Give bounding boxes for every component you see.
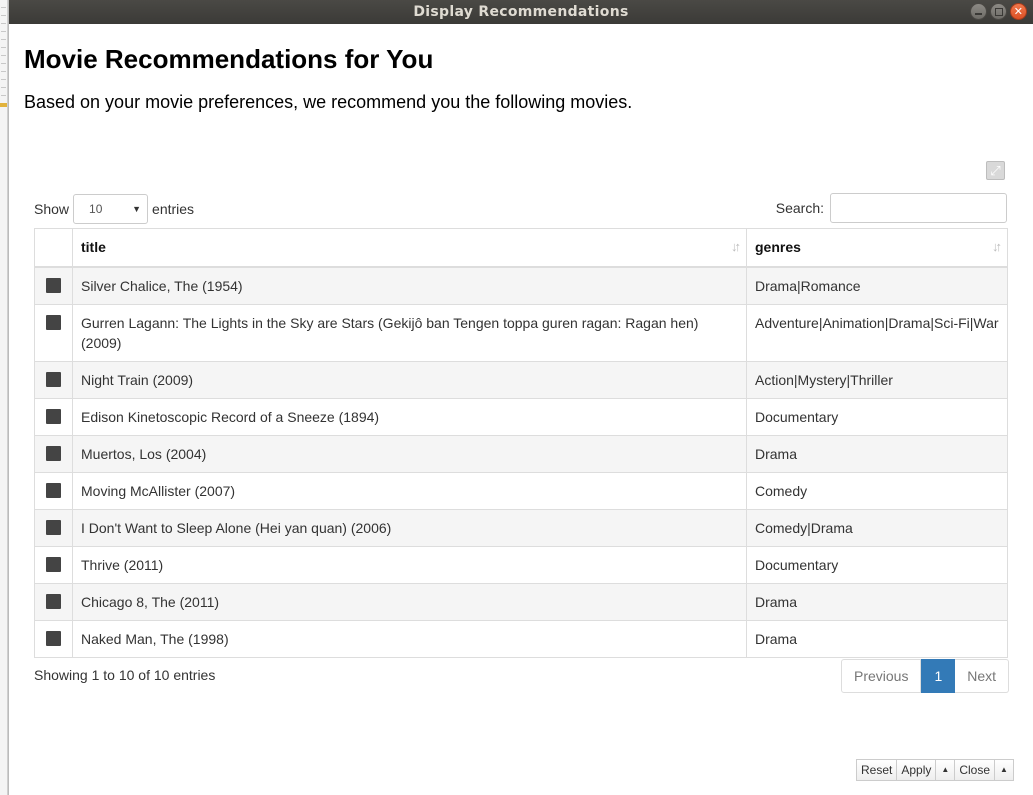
row-select-cell[interactable] [34,508,73,547]
row-select-cell[interactable] [34,619,73,658]
row-checkbox[interactable] [46,314,61,330]
window-title: Display Recommendations [413,4,629,20]
dialog-window: Display Recommendations ✕ Movie Recommen… [8,0,1033,795]
table-row[interactable]: Thrive (2011) Documentary [34,545,1008,584]
column-header-genres[interactable]: genres ↓↑ [746,228,1008,268]
row-select-cell[interactable] [34,582,73,621]
table-row[interactable]: Naked Man, The (1998) Drama [34,619,1008,658]
page-length-control: Show 10 ▼ entries [34,194,194,224]
page-1-button[interactable]: 1 [921,659,956,693]
title-cell: Muertos, Los (2004) [72,434,747,473]
title-cell: Night Train (2009) [72,360,747,399]
row-select-cell[interactable] [34,545,73,584]
row-checkbox[interactable] [46,371,61,387]
row-checkbox[interactable] [46,277,61,293]
table-row[interactable]: Edison Kinetoscopic Record of a Sneeze (… [34,397,1008,436]
row-checkbox[interactable] [46,519,61,535]
table-row[interactable]: Moving McAllister (2007) Comedy [34,471,1008,510]
close-menu-arrow-icon[interactable]: ▲ [994,759,1014,781]
genres-cell: Comedy [746,471,1008,510]
table-row[interactable]: Night Train (2009) Action|Mystery|Thrille… [34,360,1008,399]
search-input[interactable] [830,193,1007,223]
column-genres-label: genres [755,239,801,256]
row-checkbox[interactable] [46,408,61,424]
title-cell: Moving McAllister (2007) [72,471,747,510]
sort-icon: ↓↑ [992,239,1002,254]
row-select-cell[interactable] [34,434,73,473]
minimize-icon[interactable] [970,3,987,20]
chevron-down-icon: ▼ [132,204,142,214]
fullscreen-expand-icon[interactable]: ⤢ [986,161,1005,180]
row-checkbox[interactable] [46,445,61,461]
row-select-cell[interactable] [34,266,73,305]
close-icon[interactable]: ✕ [1010,3,1027,20]
previous-page-button[interactable]: Previous [841,659,922,693]
table-row[interactable]: Silver Chalice, The (1954) Drama|Romance [34,266,1008,305]
page-title: Movie Recommendations for You [24,44,434,74]
background-app-strip [0,0,8,795]
title-cell: Thrive (2011) [72,545,747,584]
select-column-header [34,228,73,268]
title-cell: Naked Man, The (1998) [72,619,747,658]
genres-cell: Adventure|Animation|Drama|Sci-Fi|War [746,303,1008,362]
window-controls: ✕ [970,3,1027,20]
title-cell: Silver Chalice, The (1954) [72,266,747,305]
table-row[interactable]: Gurren Lagann: The Lights in the Sky are… [34,303,1008,362]
title-bar: Display Recommendations ✕ [9,0,1033,24]
column-header-title[interactable]: title ↓↑ [72,228,747,268]
apply-button[interactable]: Apply [896,759,937,781]
row-select-cell[interactable] [34,303,73,362]
title-cell: Chicago 8, The (2011) [72,582,747,621]
table-header-row: title ↓↑ genres ↓↑ [34,228,1008,268]
row-checkbox[interactable] [46,593,61,609]
title-cell: Edison Kinetoscopic Record of a Sneeze (… [72,397,747,436]
search-label: Search: [775,200,824,216]
row-select-cell[interactable] [34,397,73,436]
table-row[interactable]: Chicago 8, The (2011) Drama [34,582,1008,621]
page-length-select[interactable]: 10 ▼ [73,194,149,224]
search-control: Search: [776,193,1007,223]
recommendations-table: title ↓↑ genres ↓↑ Silver Chalice, The (… [34,228,1008,658]
row-select-cell[interactable] [34,360,73,399]
dialog-content: Movie Recommendations for You Based on y… [9,24,1033,795]
genres-cell: Drama [746,582,1008,621]
genres-cell: Drama|Romance [746,266,1008,305]
bottom-button-bar: Reset Apply ▲ Close ▲ [856,759,1014,781]
entries-label: entries [152,201,195,217]
title-cell: Gurren Lagann: The Lights in the Sky are… [72,303,747,362]
show-label: Show [34,201,70,217]
genres-cell: Action|Mystery|Thriller [746,360,1008,399]
title-cell: I Don't Want to Sleep Alone (Hei yan qua… [72,508,747,547]
genres-cell: Drama [746,619,1008,658]
row-checkbox[interactable] [46,556,61,572]
genres-cell: Documentary [746,545,1008,584]
table-row[interactable]: Muertos, Los (2004) Drama [34,434,1008,473]
row-select-cell[interactable] [34,471,73,510]
page-length-value: 10 [89,202,103,216]
apply-menu-arrow-icon[interactable]: ▲ [935,759,956,781]
sort-icon: ↓↑ [731,239,741,254]
pagination: Previous 1 Next [841,659,1010,693]
column-title-label: title [81,239,106,256]
close-button[interactable]: Close [954,759,995,781]
row-checkbox[interactable] [46,630,61,646]
genres-cell: Drama [746,434,1008,473]
genres-cell: Documentary [746,397,1008,436]
genres-cell: Comedy|Drama [746,508,1008,547]
reset-button[interactable]: Reset [856,759,898,781]
page-subtitle: Based on your movie preferences, we reco… [24,92,633,112]
next-page-button[interactable]: Next [955,659,1010,693]
table-row[interactable]: I Don't Want to Sleep Alone (Hei yan qua… [34,508,1008,547]
maximize-icon[interactable] [990,3,1007,20]
row-checkbox[interactable] [46,482,61,498]
table-info: Showing 1 to 10 of 10 entries [34,667,216,683]
